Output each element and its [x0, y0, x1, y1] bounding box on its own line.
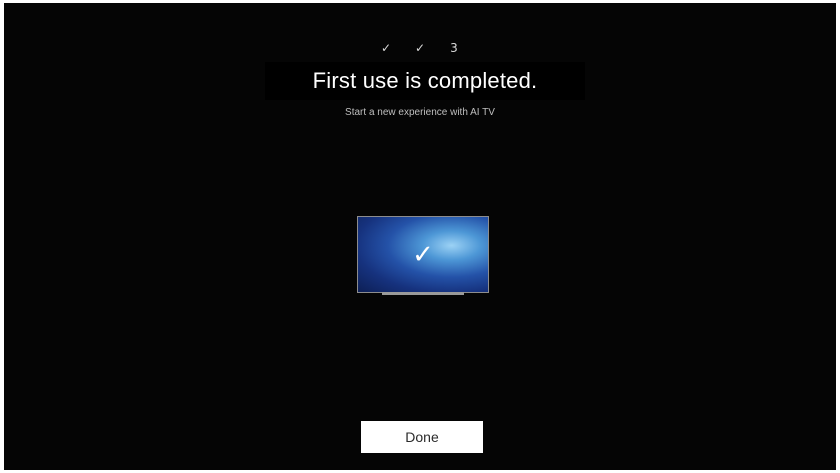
done-button[interactable]: Done [361, 421, 483, 453]
step-2-complete-icon: ✓ [414, 41, 426, 55]
check-icon: ✓ [412, 239, 434, 270]
page-title: First use is completed. [312, 68, 538, 93]
tv-screen: ✓ ✓ 3 First use is completed. Start a ne… [4, 3, 836, 470]
step-1-complete-icon: ✓ [380, 41, 392, 55]
step-3-indicator: 3 [450, 41, 458, 55]
title-band: First use is completed. [265, 62, 585, 100]
page-subtitle: Start a new experience with AI TV [345, 107, 495, 118]
tv-stand [382, 292, 464, 295]
setup-step-indicator: ✓ ✓ 3 [4, 41, 836, 55]
tv-illustration: ✓ [357, 216, 489, 293]
